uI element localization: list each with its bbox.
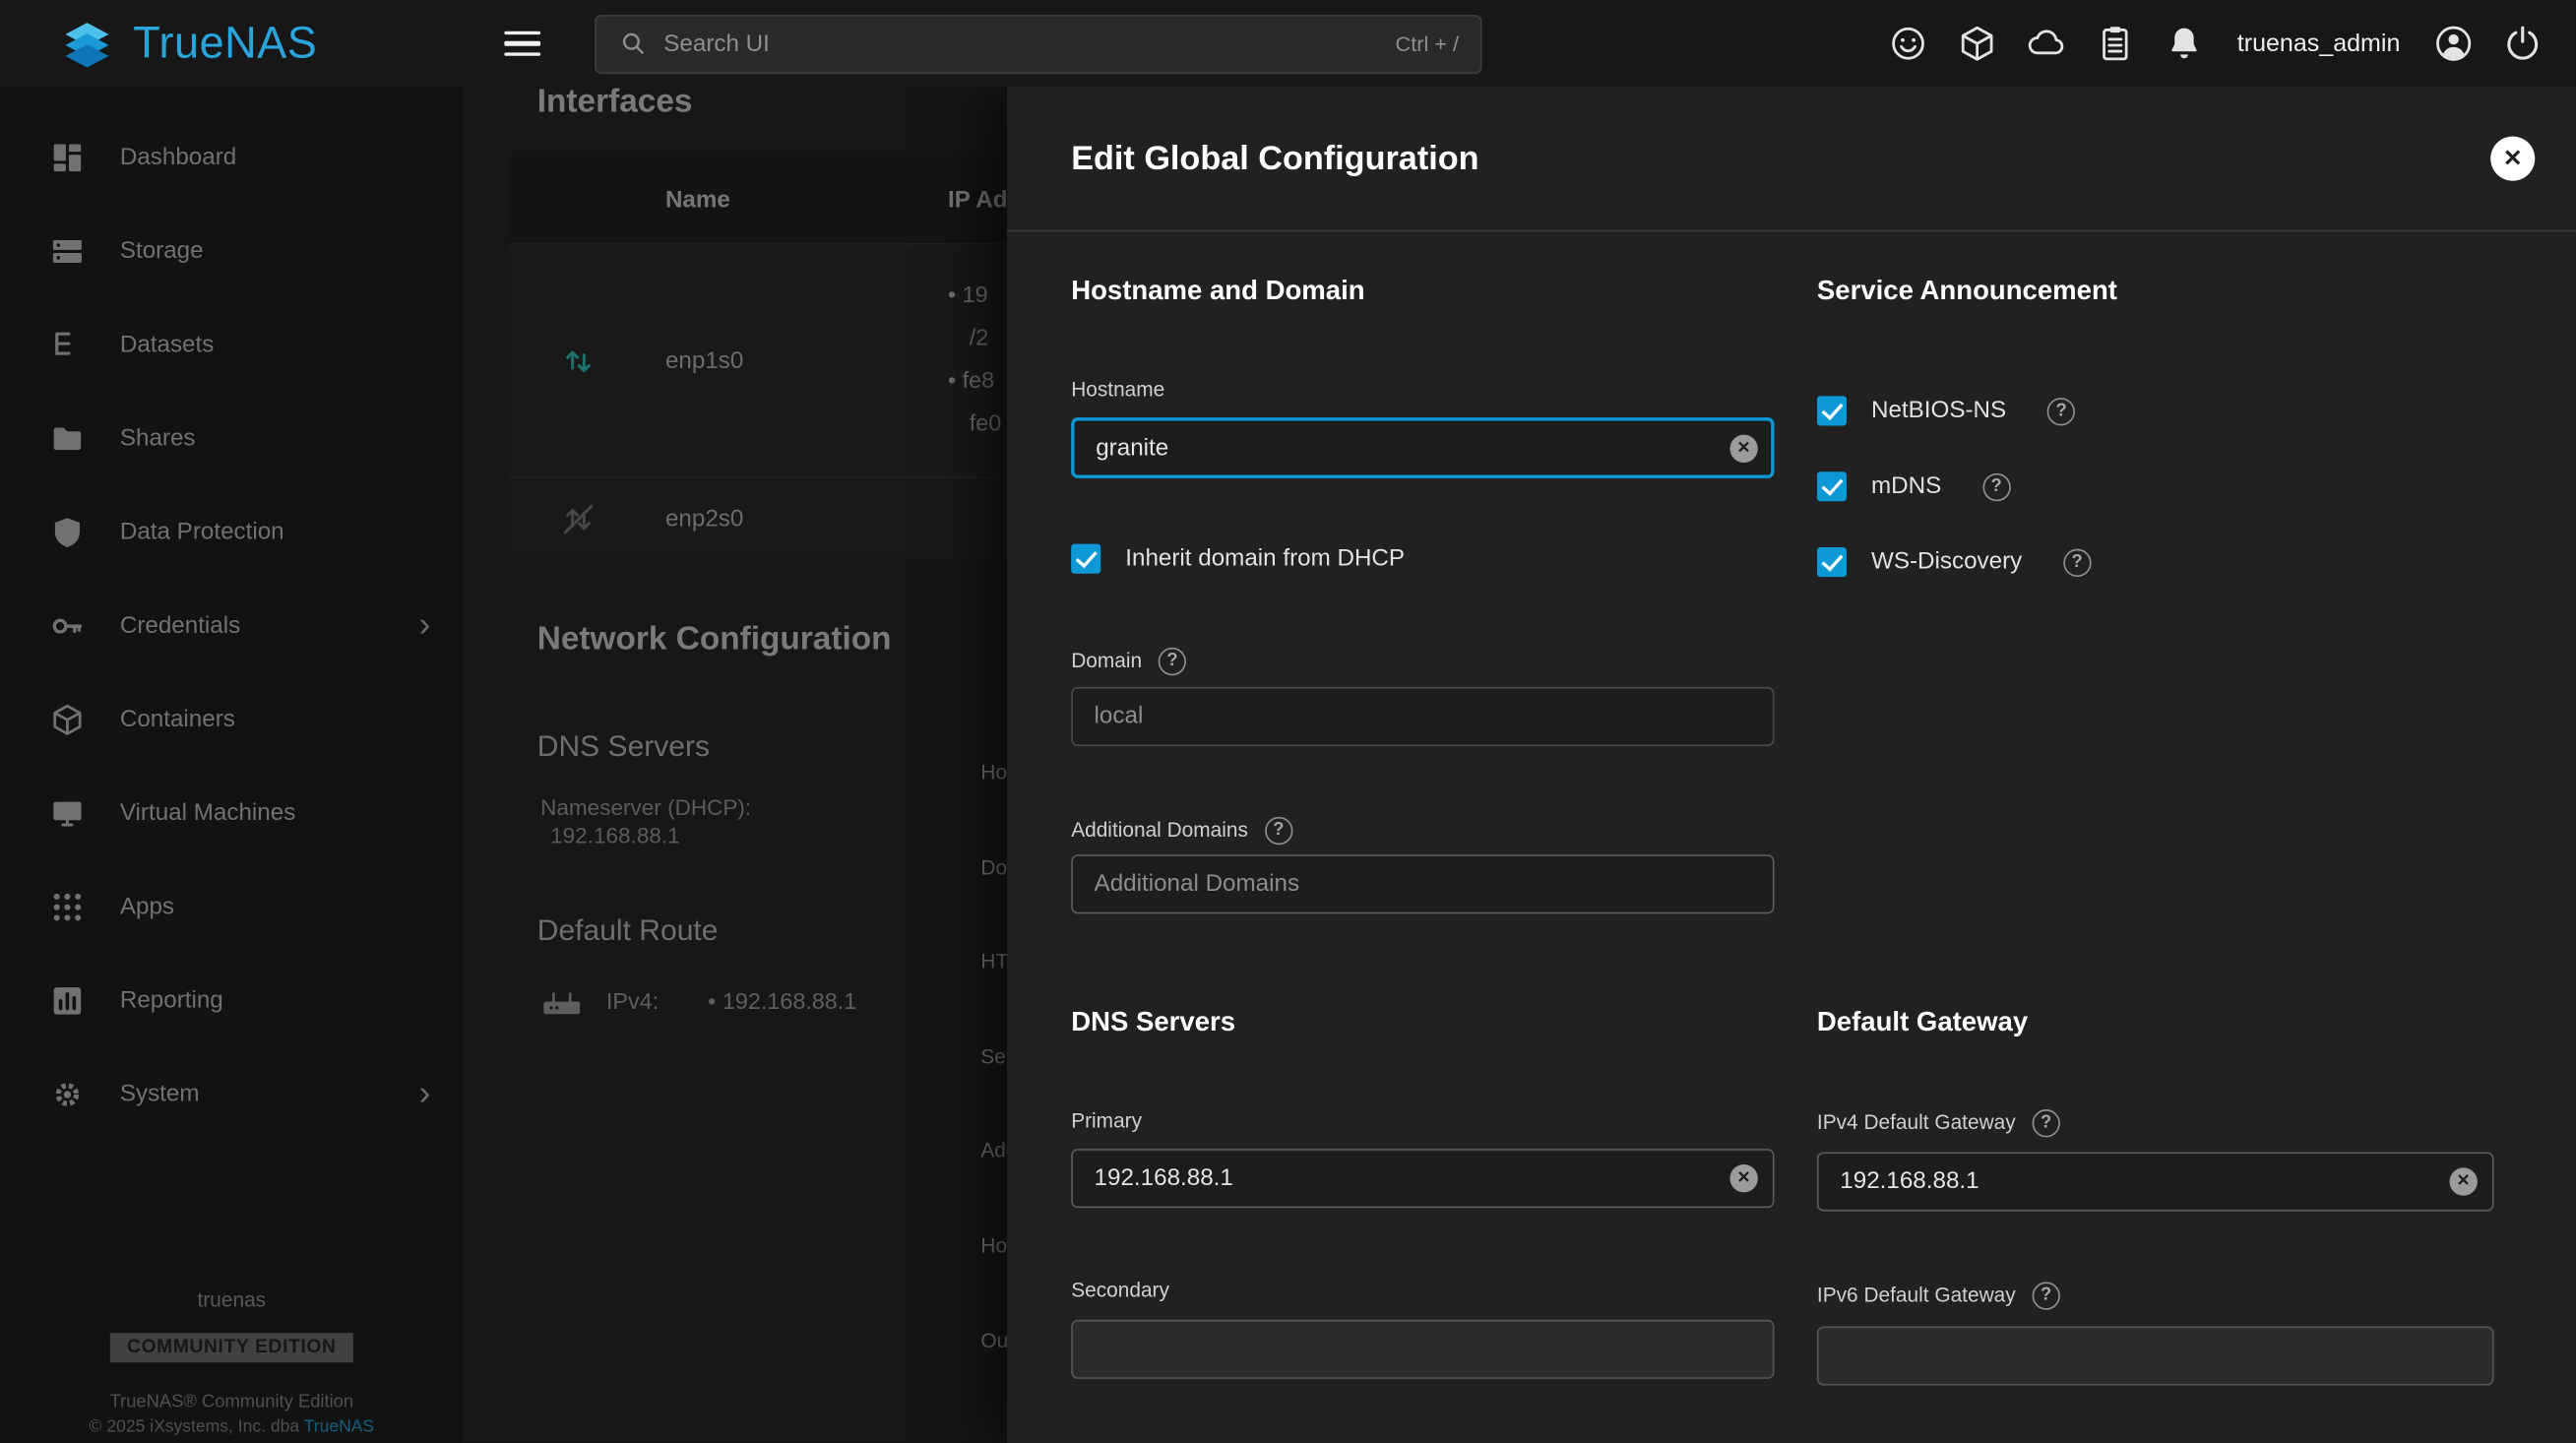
clear-icon[interactable]: ✕ — [2449, 1167, 2477, 1195]
feedback-icon[interactable] — [1887, 23, 1928, 64]
ipv4-gateway-label: IPv4 Default Gateway — [1817, 1111, 2016, 1136]
additional-domains-label-row: Additional Domains ? — [1071, 817, 1774, 845]
ipv6-gateway-label-row: IPv6 Default Gateway ? — [1817, 1282, 2494, 1309]
ws-discovery-label: WS-Discovery — [1871, 549, 2022, 576]
netbios-label: NetBIOS-NS — [1871, 398, 2006, 424]
primary-dns-label: Primary — [1071, 1109, 1774, 1134]
close-icon[interactable]: ✕ — [2490, 137, 2535, 181]
power-icon[interactable] — [2502, 23, 2544, 64]
hamburger-icon[interactable] — [504, 24, 543, 63]
section-title: Service Announcement — [1817, 277, 2494, 308]
topbar-actions: truenas_admin — [1887, 23, 2576, 64]
mdns-label: mDNS — [1871, 473, 1941, 500]
netbios-row: NetBIOS-NS ? — [1817, 396, 2494, 425]
hostname-input[interactable] — [1071, 417, 1774, 478]
section-service-announcement: Service Announcement NetBIOS-NS ? mDNS ?… — [1817, 231, 2494, 913]
section-dns-servers: DNS Servers Primary ✕ Secondary — [1071, 913, 1774, 1385]
status-icon[interactable] — [1956, 23, 1997, 64]
search-icon — [618, 28, 650, 59]
topbar: TrueNAS Ctrl + / — [0, 0, 2576, 87]
checkbox-checked-icon[interactable] — [1817, 396, 1847, 425]
checkbox-checked-icon[interactable] — [1817, 471, 1847, 501]
search-input[interactable] — [663, 31, 1380, 57]
panel-header: Edit Global Configuration ✕ — [1007, 87, 2576, 231]
truenas-logo[interactable]: TrueNAS — [0, 18, 464, 70]
clear-icon[interactable]: ✕ — [1729, 434, 1757, 462]
edit-global-configuration-panel: Edit Global Configuration ✕ Hostname and… — [1007, 87, 2576, 1443]
help-icon[interactable]: ? — [1159, 648, 1186, 675]
section-default-gateway: Default Gateway IPv4 Default Gateway ? ✕… — [1817, 913, 2494, 1385]
logo-text: TrueNAS — [133, 18, 317, 69]
checkbox-checked-icon[interactable] — [1071, 544, 1100, 574]
additional-domains-input[interactable] — [1071, 854, 1774, 913]
secondary-dns-input[interactable] — [1071, 1320, 1774, 1379]
ipv4-gateway-label-row: IPv4 Default Gateway ? — [1817, 1109, 2494, 1137]
help-icon[interactable]: ? — [2063, 548, 2091, 576]
section-hostname-domain: Hostname and Domain Hostname ✕ Inherit d… — [1071, 231, 1774, 913]
section-title: DNS Servers — [1071, 1008, 1774, 1039]
panel-body: Hostname and Domain Hostname ✕ Inherit d… — [1007, 231, 2576, 1418]
additional-domains-label: Additional Domains — [1071, 819, 1248, 844]
hostname-label: Hostname — [1071, 378, 1774, 403]
ipv4-gateway-input[interactable] — [1817, 1152, 2494, 1211]
primary-dns-input[interactable] — [1071, 1149, 1774, 1208]
ipv6-gateway-input[interactable] — [1817, 1326, 2494, 1385]
inherit-domain-row: Inherit domain from DHCP — [1071, 544, 1774, 574]
help-icon[interactable]: ? — [1982, 472, 2010, 500]
jobs-icon[interactable] — [2095, 23, 2136, 64]
section-title: Default Gateway — [1817, 1008, 2494, 1039]
secondary-dns-label: Secondary — [1071, 1279, 1774, 1303]
truenas-logo-icon — [56, 18, 118, 70]
avatar-icon[interactable] — [2433, 23, 2475, 64]
help-icon[interactable]: ? — [2032, 1109, 2059, 1137]
domain-label-row: Domain ? — [1071, 648, 1774, 675]
help-icon[interactable]: ? — [2047, 397, 2075, 424]
ws-discovery-row: WS-Discovery ? — [1817, 547, 2494, 577]
inherit-domain-label: Inherit domain from DHCP — [1125, 545, 1405, 572]
help-icon[interactable]: ? — [2032, 1282, 2059, 1309]
overlay-scrim[interactable] — [0, 87, 1007, 1443]
domain-label: Domain — [1071, 650, 1142, 674]
app-window: TrueNAS Ctrl + / — [0, 0, 2576, 1443]
alerts-bell-icon[interactable] — [2164, 23, 2205, 64]
help-icon[interactable]: ? — [1265, 817, 1292, 845]
clear-icon[interactable]: ✕ — [1729, 1164, 1757, 1192]
username[interactable]: truenas_admin — [2237, 30, 2401, 57]
panel-title: Edit Global Configuration — [1071, 139, 1478, 178]
ipv6-gateway-label: IPv6 Default Gateway — [1817, 1284, 2016, 1308]
domain-input[interactable] — [1071, 687, 1774, 746]
search-shortcut: Ctrl + / — [1396, 31, 1460, 56]
section-title: Hostname and Domain — [1071, 277, 1774, 308]
truecloud-icon[interactable] — [2025, 23, 2066, 64]
mdns-row: mDNS ? — [1817, 471, 2494, 501]
search-bar[interactable]: Ctrl + / — [595, 14, 1481, 73]
checkbox-checked-icon[interactable] — [1817, 547, 1847, 577]
